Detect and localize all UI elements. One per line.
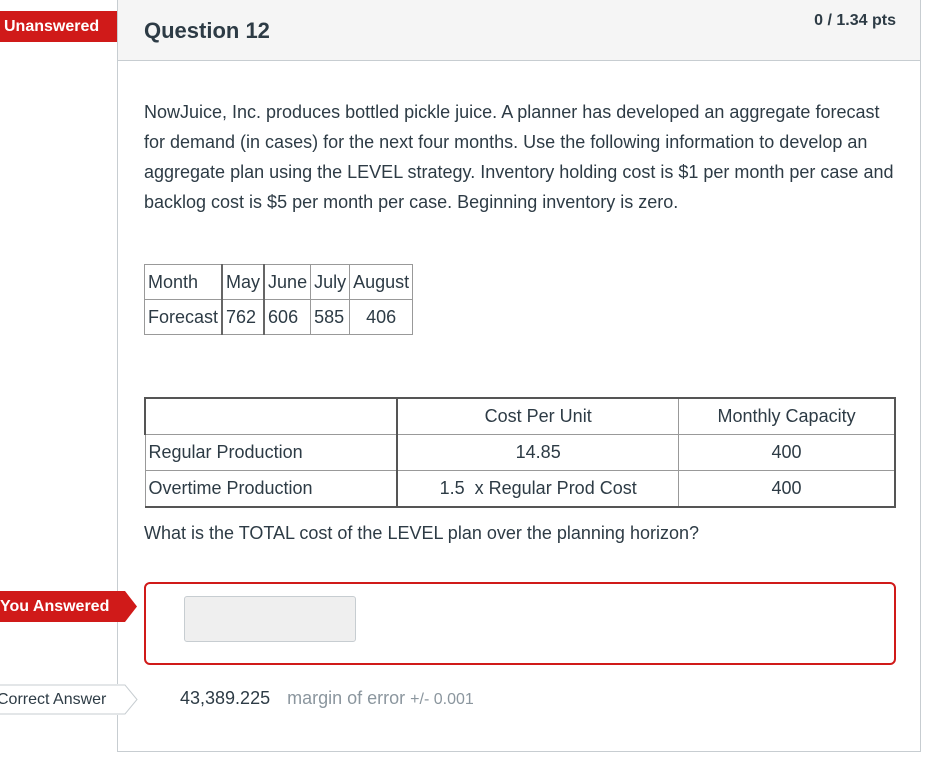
table-row: Overtime Production 1.5 x Regular Prod C…	[144, 470, 897, 508]
table-cell: 14.85	[396, 434, 680, 471]
table-cell: 762	[221, 299, 266, 335]
you-answered-tag-label: You Answered	[0, 598, 110, 615]
question-prompt: What is the TOTAL cost of the LEVEL plan…	[144, 523, 699, 543]
correct-answer-value: 43,389.225	[180, 688, 271, 708]
table-cell: 1.5 x Regular Prod Cost	[396, 470, 680, 508]
cost-table: Cost Per Unit Monthly Capacity Regular P…	[143, 397, 897, 508]
question-header: Question 12 0 / 1.34 pts	[118, 0, 920, 61]
question-title: Question 12	[144, 18, 270, 43]
question-card: Question 12 0 / 1.34 pts NowJuice, Inc. …	[117, 0, 921, 752]
margin-value: +/- 0.001	[410, 691, 474, 708]
table-row: Cost Per Unit Monthly Capacity	[143, 397, 897, 435]
question-text: NowJuice, Inc. produces bottled pickle j…	[144, 102, 894, 212]
table-cell: Regular Production	[144, 434, 398, 471]
answer-box	[144, 582, 896, 665]
table-cell: Overtime Production	[144, 470, 398, 508]
question-points: 0 / 1.34 pts	[814, 12, 896, 29]
table-cell: 606	[263, 299, 312, 335]
unanswered-tag-label: Unanswered	[4, 18, 100, 35]
correct-answer-line: 43,389.225 margin of error +/- 0.001	[180, 688, 474, 709]
table-cell: Monthly Capacity	[678, 397, 897, 435]
table-cell: Cost Per Unit	[396, 397, 680, 435]
table-cell: July	[310, 264, 351, 300]
correct-answer-tag: Correct Answer	[0, 684, 139, 715]
correct-answer-tag-label: Correct Answer	[0, 691, 107, 708]
table-cell: 585	[310, 299, 351, 335]
table-cell: June	[263, 264, 312, 300]
margin-label: margin of error	[287, 688, 406, 708]
table-row: Month May June July August	[144, 264, 414, 300]
table-row: Forecast 762 606 585 406	[144, 299, 414, 335]
table-cell: 406	[349, 299, 414, 335]
you-answered-tag: You Answered	[0, 591, 137, 622]
table-cell: Month	[144, 264, 224, 300]
table-cell: 400	[678, 434, 897, 471]
table-row: Regular Production 14.85 400	[144, 434, 897, 471]
answer-input[interactable]	[184, 596, 356, 642]
table-cell: 400	[678, 470, 897, 508]
forecast-table: Month May June July August Forecast 762 …	[144, 264, 414, 335]
table-cell: Forecast	[144, 299, 224, 335]
table-cell: August	[349, 264, 414, 300]
table-cell: May	[221, 264, 266, 300]
table-cell	[143, 397, 398, 435]
